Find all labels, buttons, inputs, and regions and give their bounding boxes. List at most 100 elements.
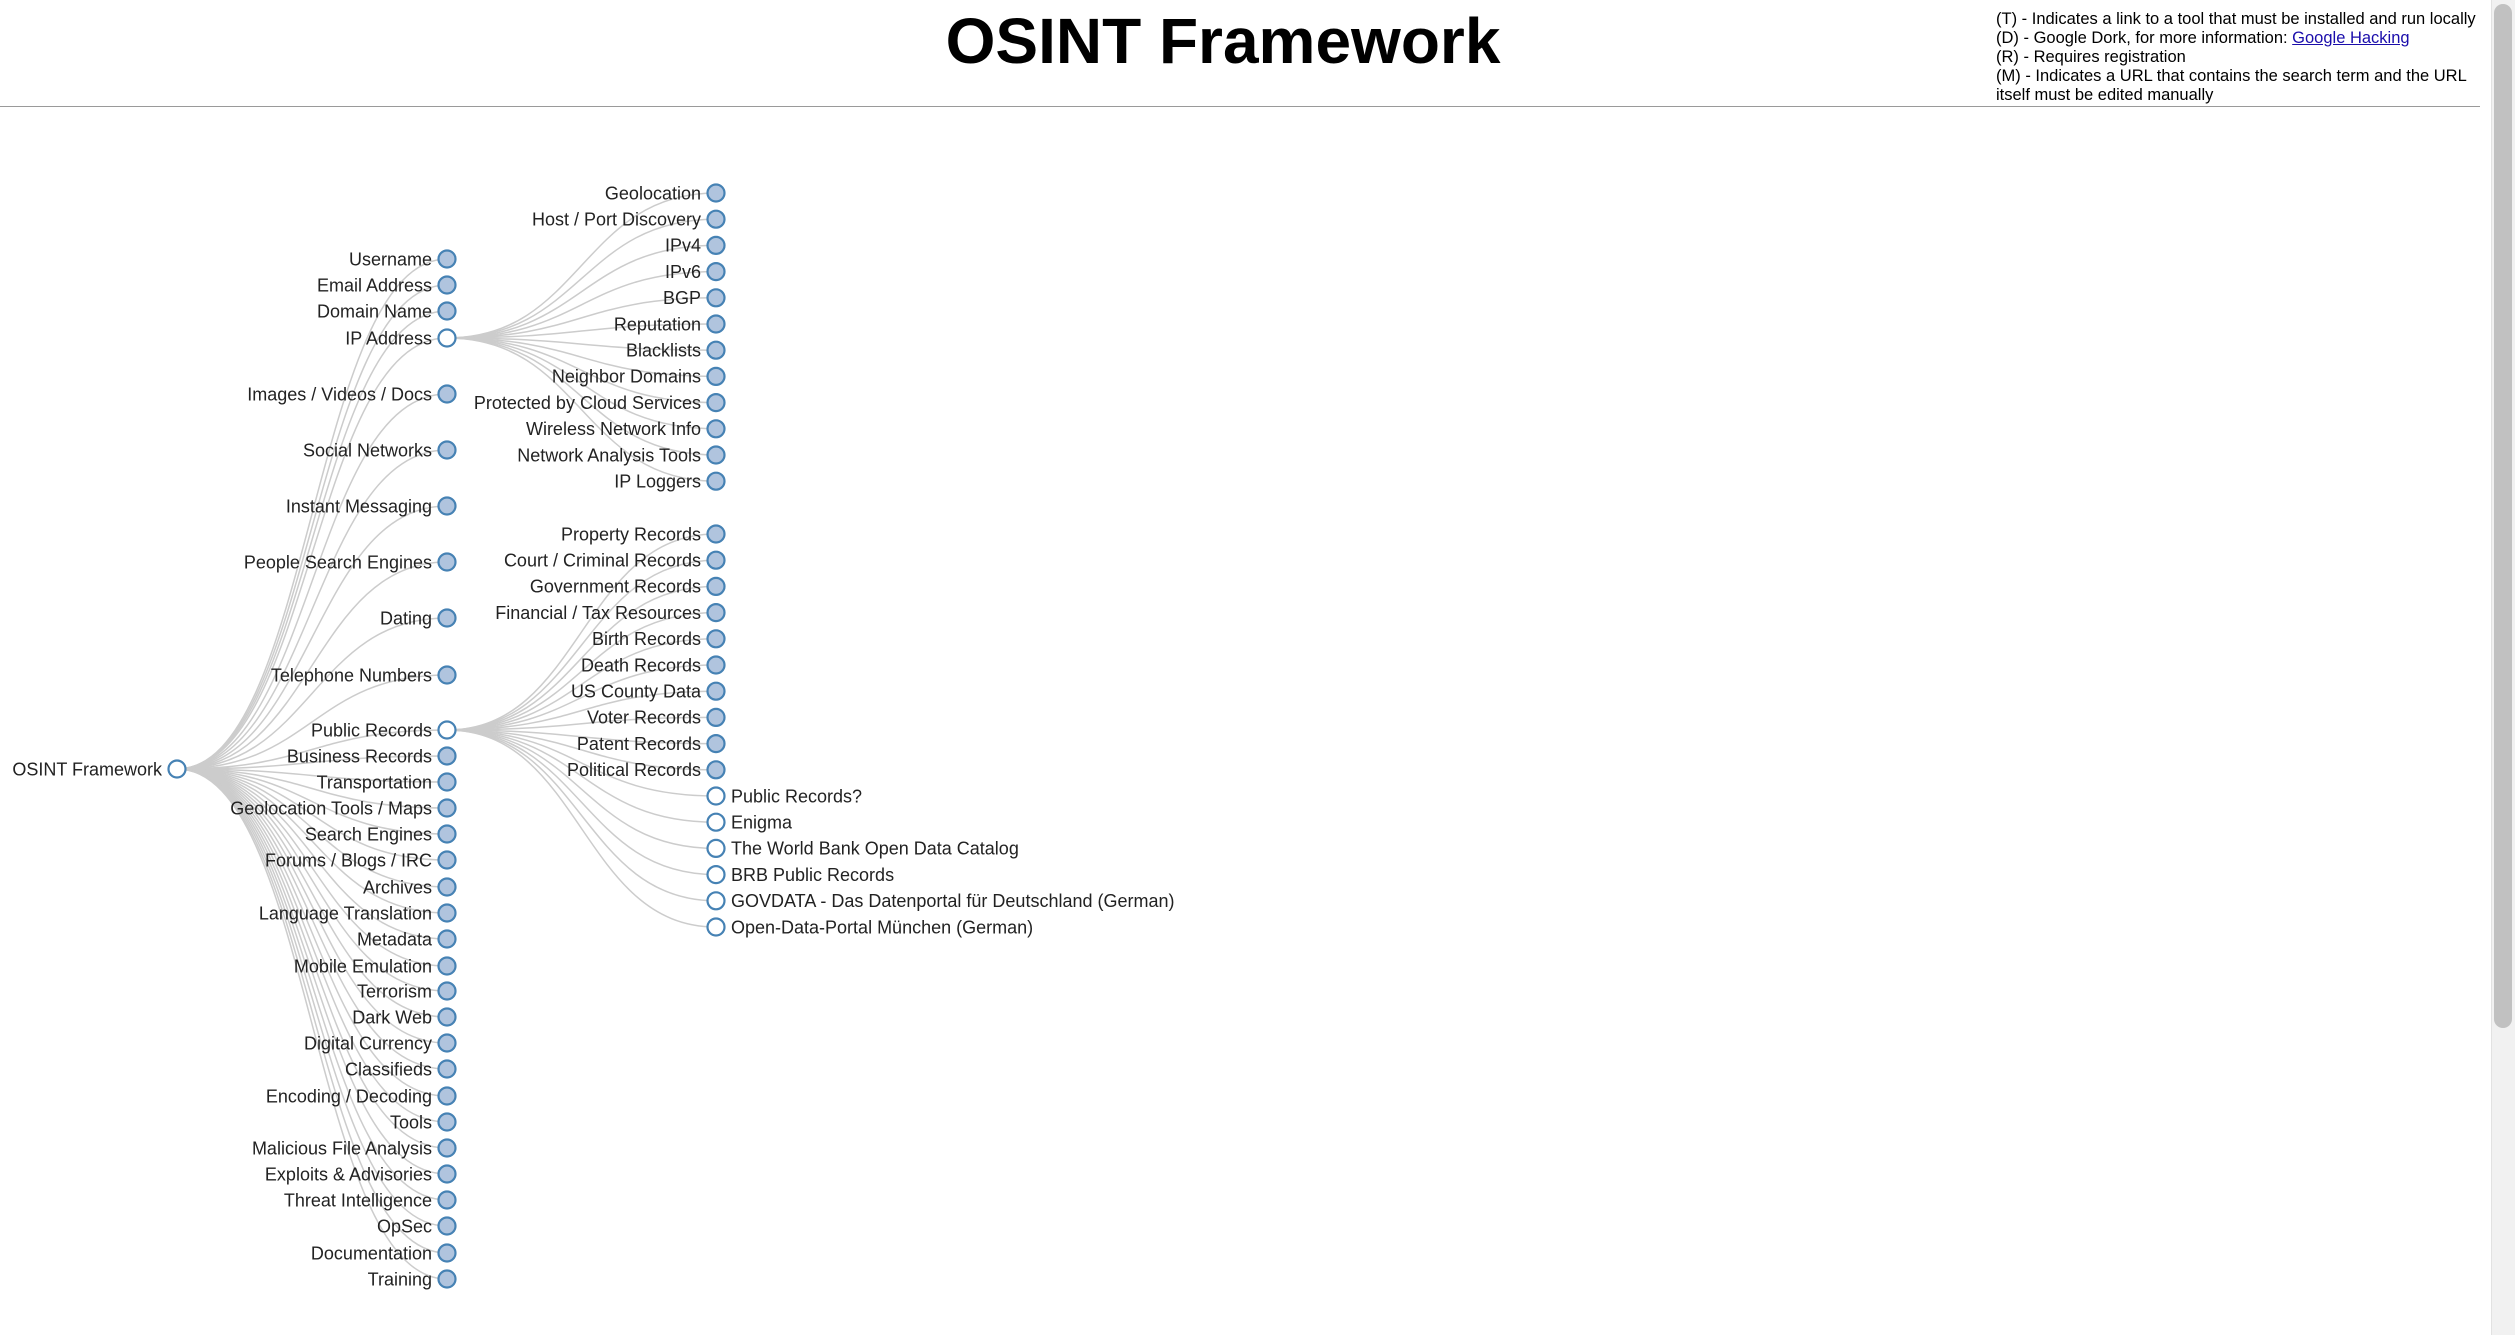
node-label[interactable]: Geolocation Tools / Maps xyxy=(230,798,432,818)
tree-node-dating[interactable]: Dating xyxy=(380,608,457,628)
tree-node-government-records[interactable]: Government Records xyxy=(530,576,726,597)
node-label[interactable]: Wireless Network Info xyxy=(526,419,701,439)
tree-node-neighbor-domains[interactable]: Neighbor Domains xyxy=(552,366,726,387)
node-label[interactable]: Social Networks xyxy=(303,440,432,460)
tree-node-exploits-advisories[interactable]: Exploits & Advisories xyxy=(265,1164,457,1184)
node-label[interactable]: Neighbor Domains xyxy=(552,367,701,387)
tree-node-email-address[interactable]: Email Address xyxy=(317,275,457,295)
tree-node-tools[interactable]: Tools xyxy=(390,1112,457,1132)
collapsed-node-circle[interactable] xyxy=(437,608,457,628)
collapsed-node-circle[interactable] xyxy=(437,1086,457,1106)
tree-node-ip-address[interactable]: IP Address xyxy=(345,328,457,348)
tree-node-bgp[interactable]: BGP xyxy=(663,288,726,308)
node-label[interactable]: Training xyxy=(368,1269,432,1289)
collapsed-node-circle[interactable] xyxy=(706,445,726,465)
collapsed-node-circle[interactable] xyxy=(437,1216,457,1236)
tree-node-political-records[interactable]: Political Records xyxy=(567,760,726,780)
node-label[interactable]: Government Records xyxy=(530,577,701,597)
collapsed-node-circle[interactable] xyxy=(437,384,457,404)
node-label[interactable]: Instant Messaging xyxy=(286,496,432,516)
tree-node-the-world-bank-open-data-catalog[interactable]: The World Bank Open Data Catalog xyxy=(706,839,1019,859)
node-label[interactable]: Open-Data-Portal München (German) xyxy=(731,917,1033,937)
node-label[interactable]: People Search Engines xyxy=(244,552,432,572)
collapsed-node-circle[interactable] xyxy=(437,1243,457,1263)
node-label[interactable]: IPv4 xyxy=(665,236,701,256)
collapsed-node-circle[interactable] xyxy=(706,524,726,544)
tree-node-public-records[interactable]: Public Records? xyxy=(706,786,863,806)
node-label[interactable]: Encoding / Decoding xyxy=(266,1086,432,1106)
tree-node-archives[interactable]: Archives xyxy=(363,877,457,897)
node-label[interactable]: OpSec xyxy=(377,1216,432,1236)
leaf-node-circle[interactable] xyxy=(706,812,726,832)
collapsed-node-circle[interactable] xyxy=(437,746,457,766)
leaf-node-circle[interactable] xyxy=(706,786,726,806)
node-label[interactable]: Digital Currency xyxy=(304,1033,432,1053)
tree-node-training[interactable]: Training xyxy=(368,1269,457,1289)
collapsed-node-circle[interactable] xyxy=(706,235,726,255)
collapsed-node-circle[interactable] xyxy=(706,366,726,386)
node-label[interactable]: Geolocation xyxy=(605,183,701,203)
node-label[interactable]: Birth Records xyxy=(592,629,701,649)
node-label[interactable]: Business Records xyxy=(287,746,432,766)
node-label[interactable]: Host / Port Discovery xyxy=(532,210,701,230)
collapsed-node-circle[interactable] xyxy=(706,340,726,360)
node-label[interactable]: Terrorism xyxy=(357,981,432,1001)
collapsed-node-circle[interactable] xyxy=(706,183,726,203)
collapsed-node-circle[interactable] xyxy=(437,552,457,572)
tree-node-encoding-decoding[interactable]: Encoding / Decoding xyxy=(266,1086,457,1106)
node-label[interactable]: US County Data xyxy=(571,682,702,702)
collapsed-node-circle[interactable] xyxy=(437,1138,457,1158)
collapsed-node-circle[interactable] xyxy=(706,419,726,439)
collapsed-node-circle[interactable] xyxy=(437,1269,457,1289)
collapsed-node-circle[interactable] xyxy=(706,576,726,597)
tree-node-classifieds[interactable]: Classifieds xyxy=(345,1059,457,1079)
collapsed-node-circle[interactable] xyxy=(437,877,457,897)
node-label[interactable]: BGP xyxy=(663,288,701,308)
node-label[interactable]: OSINT Framework xyxy=(12,759,163,779)
tree-node-ip-loggers[interactable]: IP Loggers xyxy=(614,472,726,492)
collapsed-node-circle[interactable] xyxy=(437,850,457,870)
collapsed-node-circle[interactable] xyxy=(437,301,457,321)
node-label[interactable]: Domain Name xyxy=(317,301,432,321)
collapsed-node-circle[interactable] xyxy=(437,496,457,516)
node-label[interactable]: Language Translation xyxy=(259,903,432,923)
node-label[interactable]: Threat Intelligence xyxy=(284,1190,432,1210)
node-label[interactable]: Property Records xyxy=(561,524,701,544)
node-label[interactable]: Images / Videos / Docs xyxy=(247,384,432,404)
expanded-node-circle[interactable] xyxy=(437,328,457,348)
collapsed-node-circle[interactable] xyxy=(437,1007,457,1027)
tree-node-osint-framework[interactable]: OSINT Framework xyxy=(12,759,187,779)
tree-node-reputation[interactable]: Reputation xyxy=(614,314,726,334)
tree-node-business-records[interactable]: Business Records xyxy=(287,746,457,766)
node-label[interactable]: Protected by Cloud Services xyxy=(474,393,701,413)
node-label[interactable]: Court / Criminal Records xyxy=(504,551,701,571)
collapsed-node-circle[interactable] xyxy=(706,629,726,649)
node-label[interactable]: Reputation xyxy=(614,314,701,334)
tree-node-financial-tax-resources[interactable]: Financial / Tax Resources xyxy=(495,603,726,623)
collapsed-node-circle[interactable] xyxy=(706,550,726,570)
tree-node-network-analysis-tools[interactable]: Network Analysis Tools xyxy=(517,445,726,465)
collapsed-node-circle[interactable] xyxy=(437,1059,457,1079)
node-label[interactable]: Classifieds xyxy=(345,1059,432,1079)
tree-node-language-translation[interactable]: Language Translation xyxy=(259,903,457,923)
node-label[interactable]: Mobile Emulation xyxy=(294,956,432,976)
scrollbar-thumb[interactable] xyxy=(2494,4,2512,1028)
tree-node-geolocation-tools-maps[interactable]: Geolocation Tools / Maps xyxy=(230,798,457,818)
tree-node-malicious-file-analysis[interactable]: Malicious File Analysis xyxy=(252,1138,457,1158)
node-label[interactable]: Patent Records xyxy=(577,734,701,754)
tree-node-mobile-emulation[interactable]: Mobile Emulation xyxy=(294,956,457,976)
tree-node-brb-public-records[interactable]: BRB Public Records xyxy=(706,865,895,885)
collapsed-node-circle[interactable] xyxy=(437,824,457,844)
tree-node-wireless-network-info[interactable]: Wireless Network Info xyxy=(526,419,726,439)
node-label[interactable]: The World Bank Open Data Catalog xyxy=(731,839,1019,859)
tree-node-metadata[interactable]: Metadata xyxy=(357,929,457,949)
tree-node-opsec[interactable]: OpSec xyxy=(377,1216,457,1236)
collapsed-node-circle[interactable] xyxy=(437,1190,457,1210)
collapsed-node-circle[interactable] xyxy=(706,262,726,282)
node-label[interactable]: Forums / Blogs / IRC xyxy=(265,850,432,870)
tree-node-property-records[interactable]: Property Records xyxy=(561,524,726,544)
node-label[interactable]: IP Loggers xyxy=(614,472,701,492)
collapsed-node-circle[interactable] xyxy=(706,209,726,229)
leaf-node-circle[interactable] xyxy=(706,917,726,937)
node-label[interactable]: Documentation xyxy=(311,1243,432,1263)
